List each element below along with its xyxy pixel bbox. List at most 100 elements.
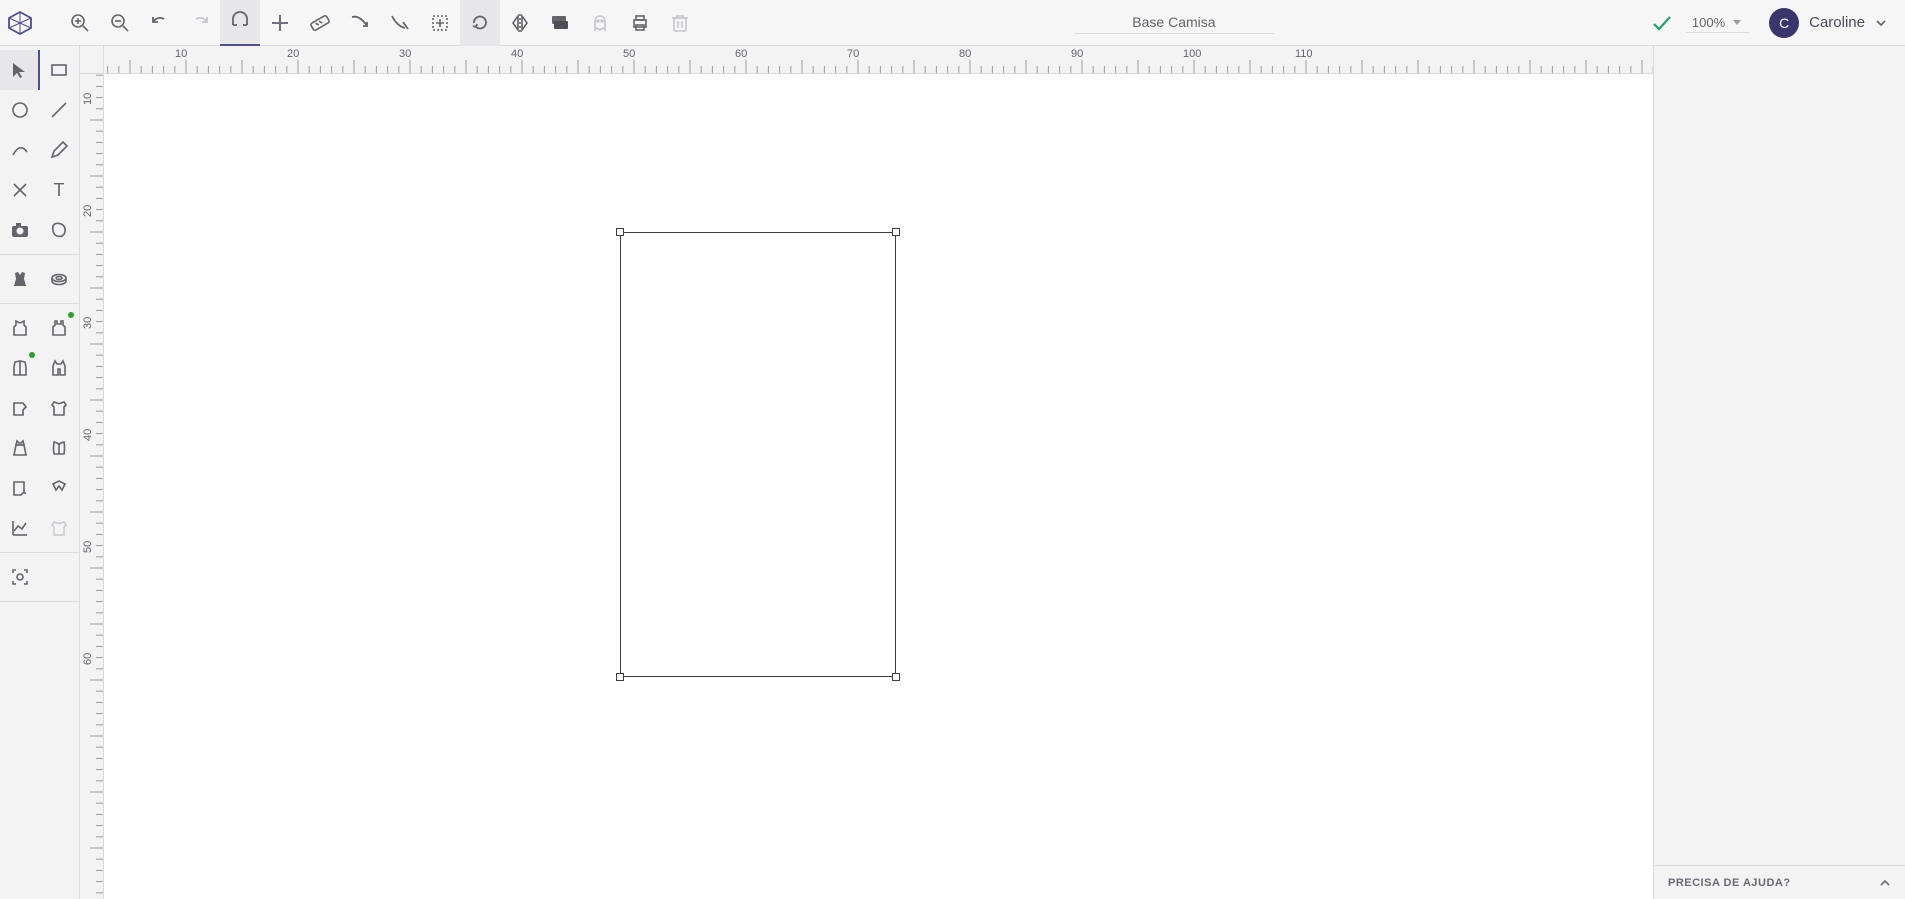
tank-back-icon	[49, 318, 69, 338]
vest-icon	[49, 358, 69, 378]
check-icon	[1651, 12, 1673, 34]
pocket-button[interactable]	[0, 468, 40, 508]
vest-button[interactable]	[40, 348, 80, 388]
trim-icon	[349, 12, 371, 34]
user-menu-caret-icon[interactable]	[1875, 17, 1887, 29]
horizontal-ruler[interactable]: 102030405060708090100110	[104, 46, 1653, 74]
pencil-tool-button[interactable]	[40, 130, 80, 170]
chart-line-button[interactable]	[0, 508, 40, 548]
user-name: Caroline	[1809, 14, 1865, 31]
zoom-in-button[interactable]	[60, 0, 100, 46]
add-button[interactable]	[260, 0, 300, 46]
delete-tool-button[interactable]	[0, 170, 40, 210]
tape-roll-icon	[49, 269, 69, 289]
resize-handle-br[interactable]	[892, 673, 900, 681]
select-bounds-button[interactable]	[420, 0, 460, 46]
ruler-h-label: 30	[399, 48, 411, 60]
document-title-area	[700, 11, 1648, 34]
tape-roll-button[interactable]	[40, 259, 80, 299]
ruler-h-label: 100	[1183, 48, 1201, 60]
resize-handle-tl[interactable]	[616, 228, 624, 236]
layers-button[interactable]	[540, 0, 580, 46]
undo-icon	[150, 13, 170, 33]
text-tool-button[interactable]: T	[40, 170, 80, 210]
sleeve-short-button[interactable]	[0, 388, 40, 428]
sticker-tool-icon	[49, 220, 69, 240]
delete-button[interactable]	[660, 0, 700, 46]
zoom-out-icon	[110, 13, 130, 33]
shirt-faded-button[interactable]	[40, 508, 80, 548]
notification-dot	[29, 352, 35, 358]
focus-frame-button[interactable]	[0, 557, 40, 597]
corset-button[interactable]	[40, 428, 80, 468]
svg-text:T: T	[54, 180, 65, 200]
collar-button[interactable]	[40, 468, 80, 508]
user-avatar[interactable]: C	[1769, 8, 1799, 38]
select-tool-icon	[9, 60, 29, 80]
bodice-fill-button[interactable]	[0, 259, 40, 299]
tank-back-button[interactable]	[40, 308, 80, 348]
shirt-body-icon	[49, 398, 69, 418]
ruler-h-label: 40	[511, 48, 523, 60]
zoom-dropdown[interactable]: 100%	[1686, 13, 1749, 33]
trim-button[interactable]	[340, 0, 380, 46]
document-title-input[interactable]	[1074, 11, 1274, 34]
chevron-down-icon	[1731, 16, 1743, 28]
snap-button[interactable]	[220, 0, 260, 46]
tank-front-button[interactable]	[0, 308, 40, 348]
vertical-ruler[interactable]: 102030405060	[80, 74, 104, 899]
pencil-tool-icon	[49, 140, 69, 160]
print-button[interactable]	[620, 0, 660, 46]
ruler-v-label: 60	[82, 653, 94, 665]
canvas-pane[interactable]	[104, 74, 1653, 899]
dress-icon	[10, 438, 30, 458]
ghost-button[interactable]	[580, 0, 620, 46]
redo-icon	[190, 13, 210, 33]
ruler-v-label: 50	[82, 541, 94, 553]
select-tool-button[interactable]	[0, 50, 40, 90]
help-label: PRECISA DE AJUDA?	[1668, 877, 1791, 889]
rotate-button[interactable]	[460, 0, 500, 46]
resize-handle-bl[interactable]	[616, 673, 624, 681]
redo-button[interactable]	[180, 0, 220, 46]
ellipse-tool-button[interactable]	[0, 90, 40, 130]
ruler-icon	[309, 12, 331, 34]
line-tool-icon	[49, 100, 69, 120]
mirror-button[interactable]	[500, 0, 540, 46]
shirt-half-icon	[10, 358, 30, 378]
app-logo[interactable]	[0, 0, 40, 46]
ghost-icon	[590, 13, 610, 33]
ruler-v-label: 10	[82, 93, 94, 105]
top-toolbar: 100% C Caroline	[0, 0, 1905, 46]
focus-frame-icon	[10, 567, 30, 587]
zoom-out-button[interactable]	[100, 0, 140, 46]
extend-button[interactable]	[380, 0, 420, 46]
curve-tool-icon	[10, 140, 30, 160]
magnet-icon	[229, 11, 251, 33]
shirt-half-button[interactable]	[0, 348, 40, 388]
measure-button[interactable]	[300, 0, 340, 46]
app-body: T 102030405060708090100110 102030405060 …	[0, 46, 1905, 899]
help-bar[interactable]: PRECISA DE AJUDA?	[1654, 865, 1905, 899]
curve-tool-button[interactable]	[0, 130, 40, 170]
collar-icon	[49, 478, 69, 498]
ruler-h-label: 110	[1295, 48, 1313, 60]
ruler-v-label: 30	[82, 317, 94, 329]
chevron-up-icon	[1879, 877, 1891, 889]
camera-tool-button[interactable]	[0, 210, 40, 250]
dress-button[interactable]	[0, 428, 40, 468]
rectangle-tool-button[interactable]	[40, 50, 79, 90]
shirt-body-button[interactable]	[40, 388, 80, 428]
chart-line-icon	[10, 518, 30, 538]
mirror-icon	[509, 12, 531, 34]
ruler-h-label: 60	[735, 48, 747, 60]
line-tool-button[interactable]	[40, 90, 80, 130]
resize-handle-tr[interactable]	[892, 228, 900, 236]
ruler-h-label: 90	[1071, 48, 1083, 60]
selection-rectangle[interactable]	[620, 232, 896, 677]
sticker-tool-button[interactable]	[40, 210, 80, 250]
canvas-area: 102030405060708090100110 102030405060	[80, 46, 1653, 899]
undo-button[interactable]	[140, 0, 180, 46]
topbar-right: 100% C Caroline	[1648, 8, 1905, 38]
sleeve-short-icon	[10, 398, 30, 418]
